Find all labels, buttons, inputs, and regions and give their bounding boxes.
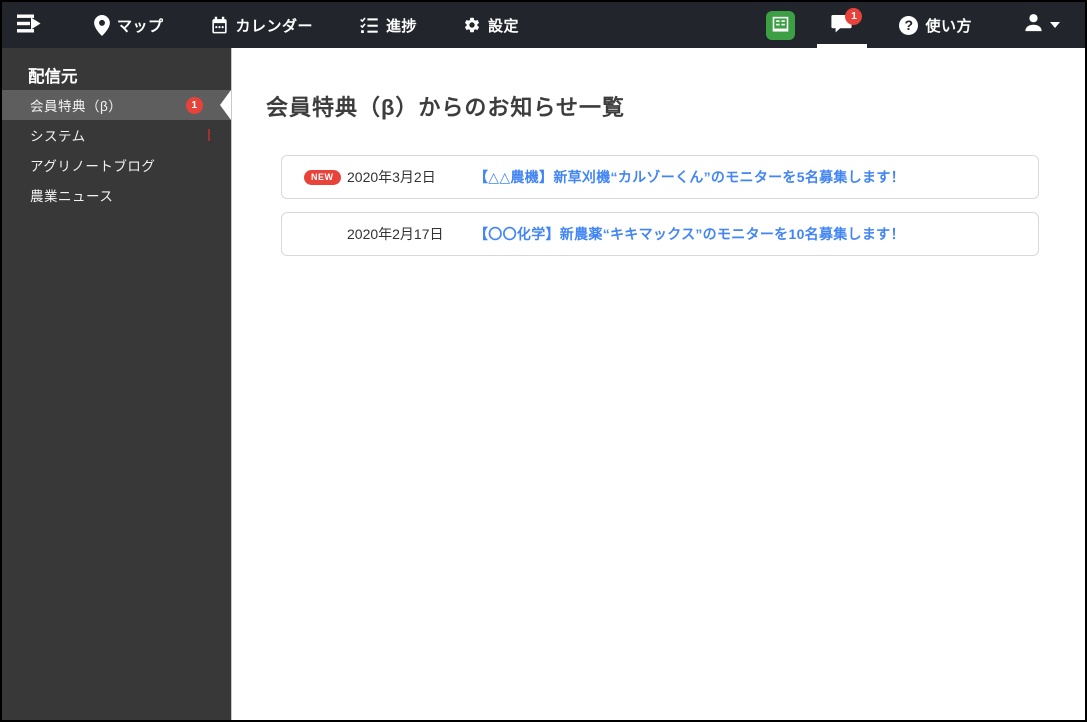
system-row-marker [208,129,210,141]
question-mark-icon: ? [899,15,919,35]
caret-down-icon [1050,22,1060,28]
app-window: マップ カレンダー 進捗 設定 1 ? 使い方 配信元 会員特典（β） 1 シス… [0,0,1087,722]
nav-notifications-tab[interactable]: 1 [817,2,868,48]
green-book-icon [766,10,796,40]
selected-item-notch [220,90,231,120]
new-badge-slot: NEW [304,169,347,185]
sidebar-toggle-button[interactable] [6,2,53,48]
sidebar-item-label: 会員特典（β） [30,99,123,114]
nav-calendar[interactable]: カレンダー [198,2,326,48]
topbar-right: 1 ? 使い方 [766,2,1085,48]
topbar: マップ カレンダー 進捗 設定 1 ? 使い方 [2,2,1085,48]
nav-settings[interactable]: 設定 [451,2,531,48]
sidebar-item-agri-news[interactable]: 農業ニュース [2,180,231,210]
main-content: 会員特典（β）からのお知らせ一覧 NEW 2020年3月2日 【△△農機】新草刈… [231,48,1085,720]
app-body: 配信元 会員特典（β） 1 システム アグリノートブログ 農業ニュース 会員特典… [2,48,1085,720]
gear-icon [463,16,481,34]
sidebar-item-label: 農業ニュース [30,189,114,204]
active-tab-underline [817,44,868,48]
sidebar-item-system[interactable]: システム [2,120,231,150]
sidebar-expand-icon [16,13,43,37]
nav-calendar-label: カレンダー [235,17,314,35]
notification-row[interactable]: 2020年2月17日 【〇〇化学】新農薬“キキマックス”のモニターを10名募集し… [281,212,1039,256]
nav-settings-label: 設定 [488,17,520,35]
calendar-icon [210,16,229,35]
sidebar: 配信元 会員特典（β） 1 システム アグリノートブログ 農業ニュース [2,48,231,720]
unread-count-badge: 1 [186,96,203,114]
nav-help[interactable]: ? 使い方 [887,2,984,48]
notification-link[interactable]: 【〇〇化学】新農薬“キキマックス”のモニターを10名募集します！ [474,224,905,244]
sidebar-item-agrinote-blog[interactable]: アグリノートブログ [2,150,231,180]
new-badge: NEW [304,169,341,185]
page-title: 会員特典（β）からのお知らせ一覧 [266,95,625,120]
nav-map[interactable]: マップ [82,2,176,48]
nav-help-label: 使い方 [925,17,972,35]
progress-checklist-icon [359,16,379,35]
notification-list: NEW 2020年3月2日 【△△農機】新草刈機“カルゾーくん”のモニターを5名… [281,155,1039,256]
sidebar-item-label: システム [30,129,86,144]
sidebar-item-member-benefits[interactable]: 会員特典（β） 1 [2,90,231,120]
sidebar-nav: 会員特典（β） 1 システム アグリノートブログ 農業ニュース [2,90,231,210]
notification-row[interactable]: NEW 2020年3月2日 【△△農機】新草刈機“カルゾーくん”のモニターを5名… [281,155,1039,199]
notification-count-badge: 1 [845,8,863,25]
pesticide-search-button[interactable] [766,2,796,48]
notification-date: 2020年3月2日 [347,169,436,185]
topbar-nav: マップ カレンダー 進捗 設定 [71,2,542,48]
nav-progress-label: 進捗 [386,17,418,35]
nav-map-label: マップ [117,17,164,35]
notification-date: 2020年2月17日 [347,226,444,242]
notification-link[interactable]: 【△△農機】新草刈機“カルゾーくん”のモニターを5名募集します！ [474,167,905,187]
map-pin-icon [94,14,110,36]
nav-progress[interactable]: 進捗 [347,2,429,48]
sidebar-header: 配信元 [28,68,78,86]
user-avatar-icon [1022,11,1045,39]
account-menu-button[interactable] [1022,2,1060,48]
sidebar-item-label: アグリノートブログ [30,159,156,174]
